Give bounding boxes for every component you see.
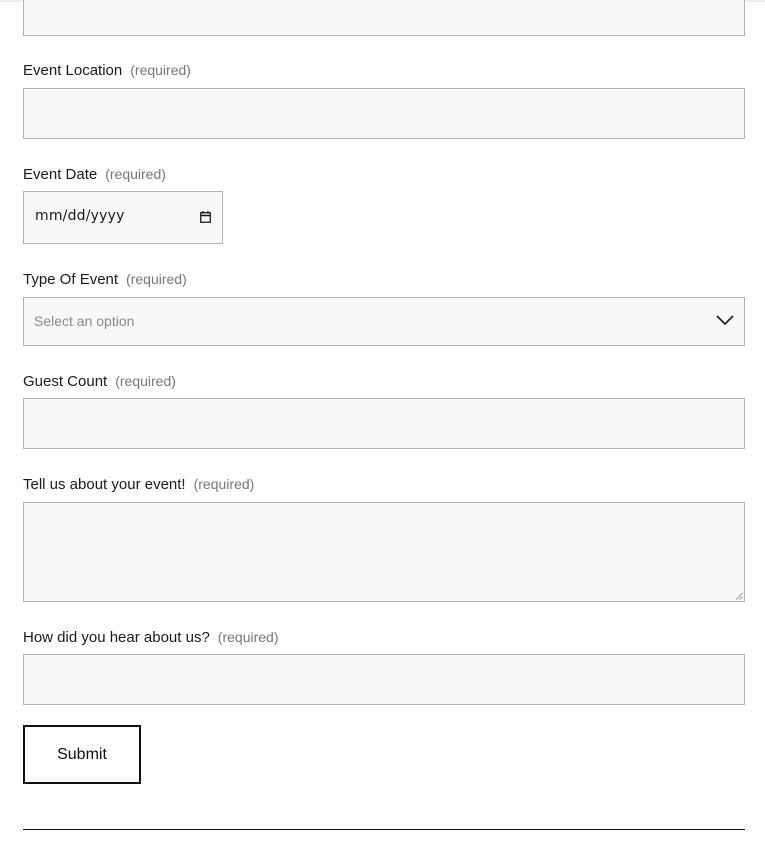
required-tag: (required) [193, 476, 255, 492]
required-tag: (required) [126, 271, 187, 287]
required-tag: (required) [217, 629, 279, 645]
referral-label-text: How did you hear about us? [23, 629, 210, 646]
referral-label: How did you hear about us? (required) [23, 628, 279, 647]
event-inquiry-form: Event Location (required) Event Date (requ… [0, 0, 765, 863]
previous-field-input[interactable] [23, 0, 745, 36]
event-type-select[interactable]: Select an option [23, 297, 745, 346]
event-location-input[interactable] [23, 88, 745, 139]
event-location-label-text: Event Location [23, 62, 123, 79]
event-type-selected-value: Select an option [34, 313, 135, 329]
event-details-textarea[interactable] [23, 502, 745, 602]
chevron-down-icon [716, 315, 734, 326]
resize-handle-icon[interactable] [735, 592, 743, 600]
event-date-input[interactable]: mm/dd/yyyy [23, 191, 223, 244]
section-divider [23, 829, 745, 830]
event-details-label: Tell us about your event! (required) [23, 475, 254, 494]
referral-input[interactable] [23, 654, 745, 705]
required-tag: (required) [105, 166, 166, 182]
event-type-label-text: Type Of Event [23, 271, 119, 288]
submit-button[interactable]: Submit [23, 725, 141, 784]
calendar-icon[interactable] [200, 211, 211, 223]
event-details-label-text: Tell us about your event! [23, 476, 186, 493]
event-type-label: Type Of Event (required) [23, 270, 187, 289]
guest-count-input[interactable] [23, 398, 745, 449]
guest-count-label-text: Guest Count [23, 373, 108, 390]
required-tag: (required) [115, 373, 176, 389]
event-date-label-text: Event Date [23, 166, 98, 183]
event-date-placeholder: mm/dd/yyyy [35, 208, 125, 224]
guest-count-label: Guest Count (required) [23, 372, 176, 391]
required-tag: (required) [130, 62, 191, 78]
event-date-label: Event Date (required) [23, 165, 166, 184]
event-location-label: Event Location (required) [23, 61, 191, 80]
